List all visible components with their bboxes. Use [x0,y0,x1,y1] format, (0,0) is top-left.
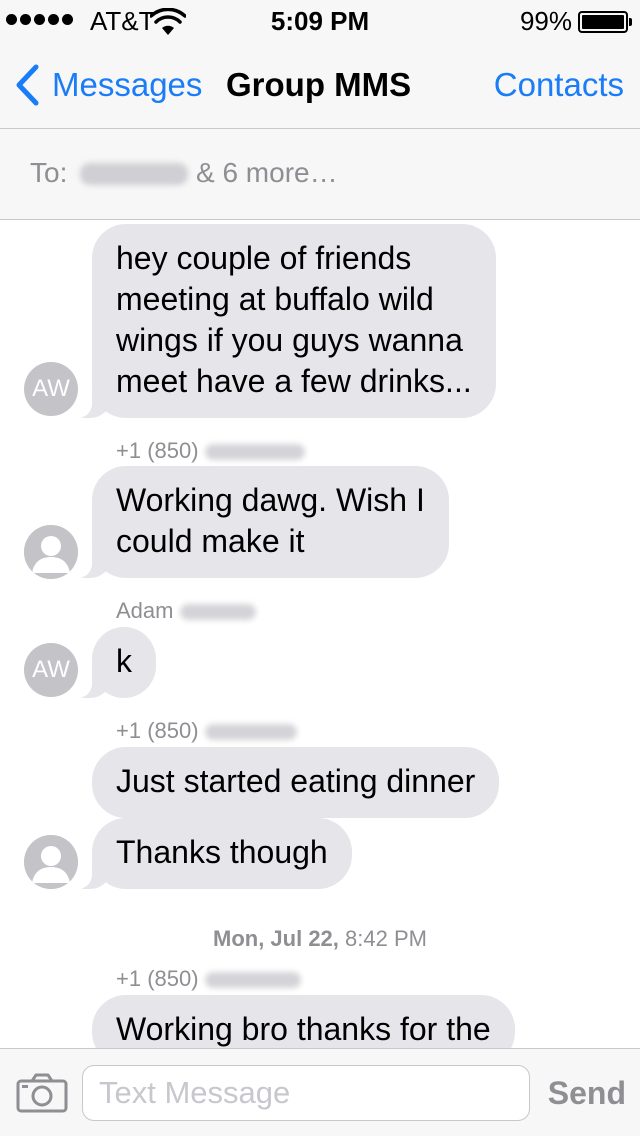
avatar[interactable]: AW [24,643,78,697]
redacted-phone-number [204,444,305,461]
avatar[interactable] [24,835,78,889]
send-button[interactable]: Send [548,1075,626,1112]
battery-icon [578,11,632,33]
message-input[interactable] [82,1065,530,1121]
more-recipients-label: & 6 more… [196,157,338,188]
date-separator: Mon, Jul 22, 8:42 PM [0,926,640,952]
message-bubble[interactable]: Just started eating dinner [92,747,500,818]
back-button[interactable]: Messages [14,60,202,110]
nav-bar: Messages Group MMS Contacts [0,40,640,128]
date-separator-day: Mon, Jul 22, [213,926,339,951]
avatar[interactable]: AW [24,362,78,416]
message-line: meeting at buffalo wild [116,281,434,317]
status-bar: AT&T 5:09 PM 99% [0,0,640,40]
message-list[interactable]: hey couple of friends meeting at buffalo… [0,221,640,1048]
battery-percentage: 99% [519,6,572,36]
page-title: Group MMS [226,66,412,103]
message-bubble[interactable]: k [70,627,156,698]
avatar-initials: AW [32,375,70,402]
sender-number: +1 (850) [116,718,199,743]
chevron-left-icon [16,64,39,106]
redacted-phone-number [204,724,297,741]
contacts-button[interactable]: Contacts [494,66,624,104]
avatar[interactable] [24,525,78,579]
message-line: meet have a few drinks... [116,363,472,399]
message-bubble[interactable]: hey couple of friends meeting at buffalo… [70,224,496,418]
sender-label: Adam [116,598,256,624]
date-separator-time: 8:42 PM [345,926,427,951]
message-line: Working dawg. Wish I [116,482,425,518]
message-line: could make it [116,523,305,559]
sender-label: +1 (850) [116,966,301,992]
person-silhouette-icon [24,525,78,579]
person-silhouette-icon [24,835,78,889]
back-label: Messages [52,66,203,103]
camera-icon[interactable] [16,1073,68,1113]
message-text: Thanks though [116,834,328,870]
to-label: To: [30,157,68,188]
redacted-phone-number [204,972,301,989]
sender-name: Adam [116,598,174,623]
sender-label: +1 (850) [116,438,305,464]
message-bubble[interactable]: Working dawg. Wish I could make it [70,466,449,578]
avatar-initials: AW [32,656,70,683]
message-text: Just started eating dinner [116,763,476,799]
sender-label: +1 (850) [116,718,297,744]
redacted-sender-surname [179,604,256,621]
message-line: wings if you guys wanna [116,322,463,358]
message-bubble[interactable]: Thanks though [70,818,352,889]
message-text: Working bro thanks for the [116,1011,491,1047]
redacted-recipient-name [80,163,188,185]
message-text: k [116,643,132,679]
message-bubble[interactable]: Working bro thanks for the [92,995,515,1048]
message-line: hey couple of friends [116,240,412,276]
sender-number: +1 (850) [116,438,199,463]
composer-bar: Send [0,1048,640,1136]
recipients-bar[interactable]: To: & 6 more… [0,128,640,220]
sender-number: +1 (850) [116,966,199,991]
